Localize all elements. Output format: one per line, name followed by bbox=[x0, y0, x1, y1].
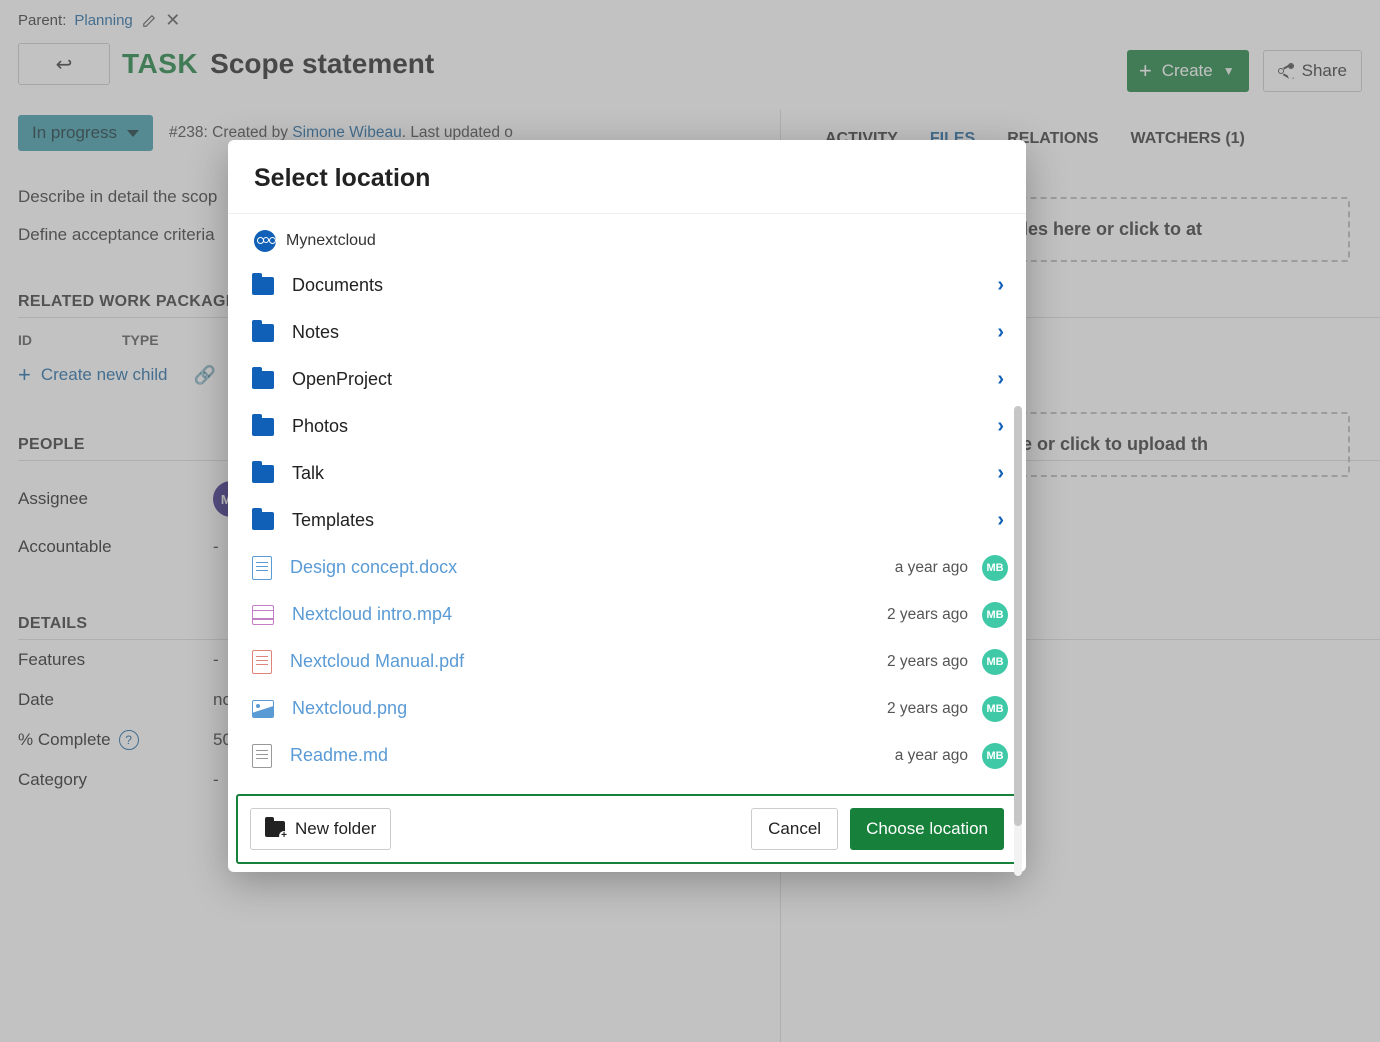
cancel-button[interactable]: Cancel bbox=[751, 808, 838, 850]
file-row: Nextcloud.png2 years agoMB bbox=[252, 685, 1008, 732]
document-icon bbox=[252, 556, 272, 580]
folder-row[interactable]: Notes› bbox=[252, 309, 1008, 356]
modal-title: Select location bbox=[228, 140, 1026, 213]
new-folder-button[interactable]: New folder bbox=[250, 808, 391, 850]
folder-row[interactable]: Talk› bbox=[252, 450, 1008, 497]
folder-icon bbox=[252, 418, 274, 436]
folder-row[interactable]: OpenProject› bbox=[252, 356, 1008, 403]
user-avatar: MB bbox=[982, 696, 1008, 722]
folder-row[interactable]: Photos› bbox=[252, 403, 1008, 450]
chevron-right-icon[interactable]: › bbox=[997, 274, 1008, 297]
folder-list[interactable]: Documents› Notes› OpenProject› Photos› T… bbox=[228, 258, 1026, 788]
modal-footer: New folder Cancel Choose location bbox=[236, 794, 1018, 864]
chevron-right-icon[interactable]: › bbox=[997, 509, 1008, 532]
file-row: Readme.mda year agoMB bbox=[252, 732, 1008, 779]
pdf-icon bbox=[252, 650, 272, 674]
folder-icon bbox=[252, 371, 274, 389]
chevron-right-icon[interactable]: › bbox=[997, 368, 1008, 391]
folder-icon bbox=[252, 277, 274, 295]
folder-icon bbox=[252, 512, 274, 530]
file-row: Nextcloud Manual.pdf2 years agoMB bbox=[252, 638, 1008, 685]
image-icon bbox=[252, 700, 274, 718]
breadcrumb[interactable]: Mynextcloud bbox=[228, 214, 1026, 258]
file-row: Design concept.docxa year agoMB bbox=[252, 544, 1008, 591]
chevron-right-icon[interactable]: › bbox=[997, 462, 1008, 485]
breadcrumb-root: Mynextcloud bbox=[286, 232, 376, 250]
nextcloud-icon bbox=[254, 230, 276, 252]
user-avatar: MB bbox=[982, 555, 1008, 581]
chevron-right-icon[interactable]: › bbox=[997, 415, 1008, 438]
scrollbar-thumb[interactable] bbox=[1014, 406, 1022, 826]
user-avatar: MB bbox=[982, 602, 1008, 628]
user-avatar: MB bbox=[982, 743, 1008, 769]
choose-location-button[interactable]: Choose location bbox=[850, 808, 1004, 850]
video-icon bbox=[252, 605, 274, 625]
text-file-icon bbox=[252, 744, 272, 768]
folder-icon bbox=[252, 465, 274, 483]
folder-row[interactable]: Documents› bbox=[252, 262, 1008, 309]
user-avatar: MB bbox=[982, 649, 1008, 675]
folder-row[interactable]: Templates› bbox=[252, 497, 1008, 544]
folder-icon bbox=[252, 324, 274, 342]
file-row: Nextcloud intro.mp42 years agoMB bbox=[252, 591, 1008, 638]
chevron-right-icon[interactable]: › bbox=[997, 321, 1008, 344]
new-folder-icon bbox=[265, 821, 285, 837]
scrollbar[interactable] bbox=[1014, 406, 1022, 876]
select-location-modal: Select location Mynextcloud Documents› N… bbox=[228, 140, 1026, 872]
